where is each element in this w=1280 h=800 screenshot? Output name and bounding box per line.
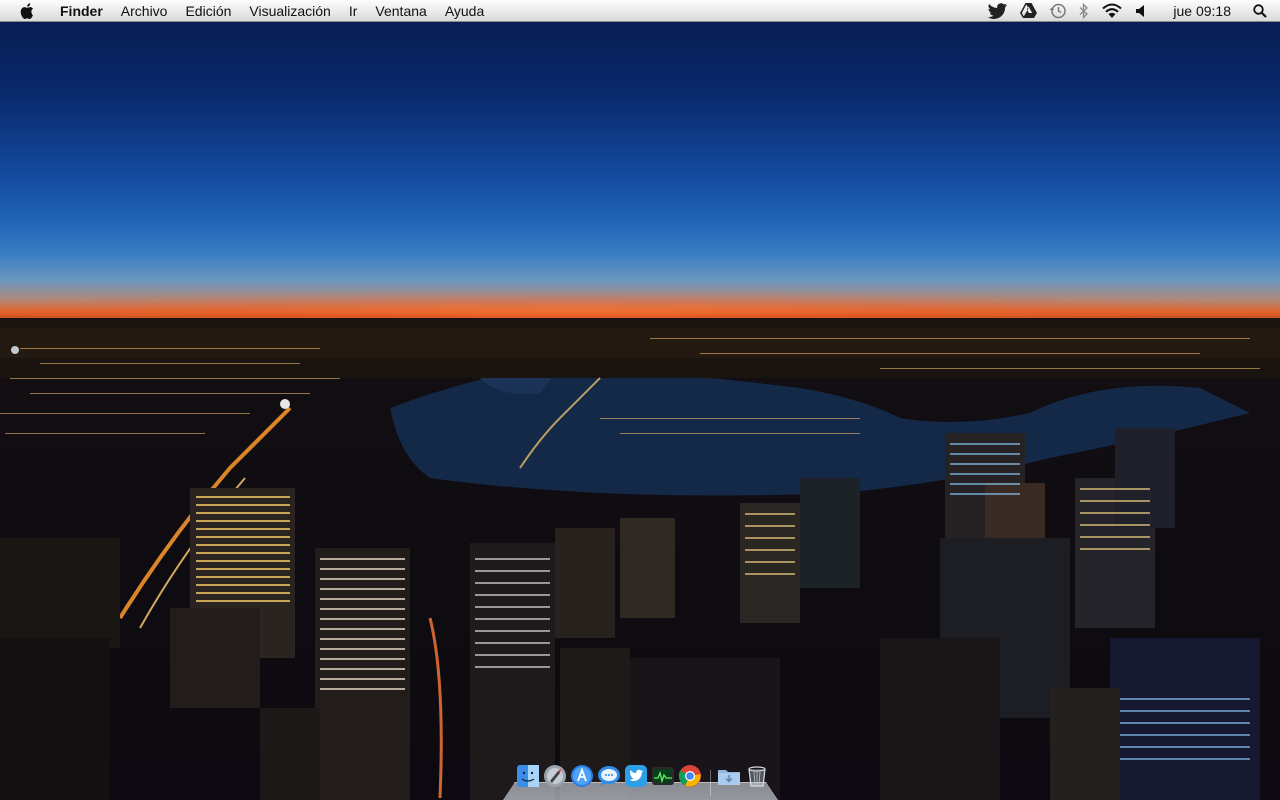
spotlight-search-icon[interactable] xyxy=(1253,0,1267,22)
wifi-icon[interactable] xyxy=(1101,0,1123,22)
twitter-icon[interactable] xyxy=(624,764,648,788)
messages-icon[interactable] xyxy=(597,764,621,788)
dock-separator xyxy=(710,770,711,796)
menu-bar: Finder Archivo Edición Visualización Ir … xyxy=(0,0,1280,22)
finder-icon[interactable] xyxy=(516,764,540,788)
menu-edicion[interactable]: Edición xyxy=(176,0,240,22)
menu-app-finder[interactable]: Finder xyxy=(47,0,112,22)
chrome-icon[interactable] xyxy=(678,764,702,788)
activity-monitor-icon[interactable] xyxy=(651,764,675,788)
dock xyxy=(503,760,778,800)
volume-icon[interactable] xyxy=(1135,0,1147,22)
apple-icon[interactable] xyxy=(19,2,35,20)
launchpad-icon[interactable] xyxy=(543,764,567,788)
app-store-icon[interactable] xyxy=(570,764,594,788)
menu-ir[interactable]: Ir xyxy=(340,0,367,22)
city-wallpaper xyxy=(0,318,1280,800)
downloads-folder-icon[interactable] xyxy=(717,764,741,788)
trash-icon[interactable] xyxy=(745,764,769,788)
menubar-clock[interactable]: jue 09:18 xyxy=(1173,3,1231,19)
desktop[interactable]: Finder Archivo Edición Visualización Ir … xyxy=(0,0,1280,800)
twitter-icon[interactable] xyxy=(988,0,1008,22)
time-machine-icon[interactable] xyxy=(1049,0,1067,22)
menu-ayuda[interactable]: Ayuda xyxy=(436,0,493,22)
bluetooth-icon[interactable] xyxy=(1079,0,1089,22)
menu-visualizacion[interactable]: Visualización xyxy=(240,0,339,22)
menu-ventana[interactable]: Ventana xyxy=(366,0,435,22)
google-drive-icon[interactable] xyxy=(1020,0,1038,22)
menu-archivo[interactable]: Archivo xyxy=(112,0,177,22)
